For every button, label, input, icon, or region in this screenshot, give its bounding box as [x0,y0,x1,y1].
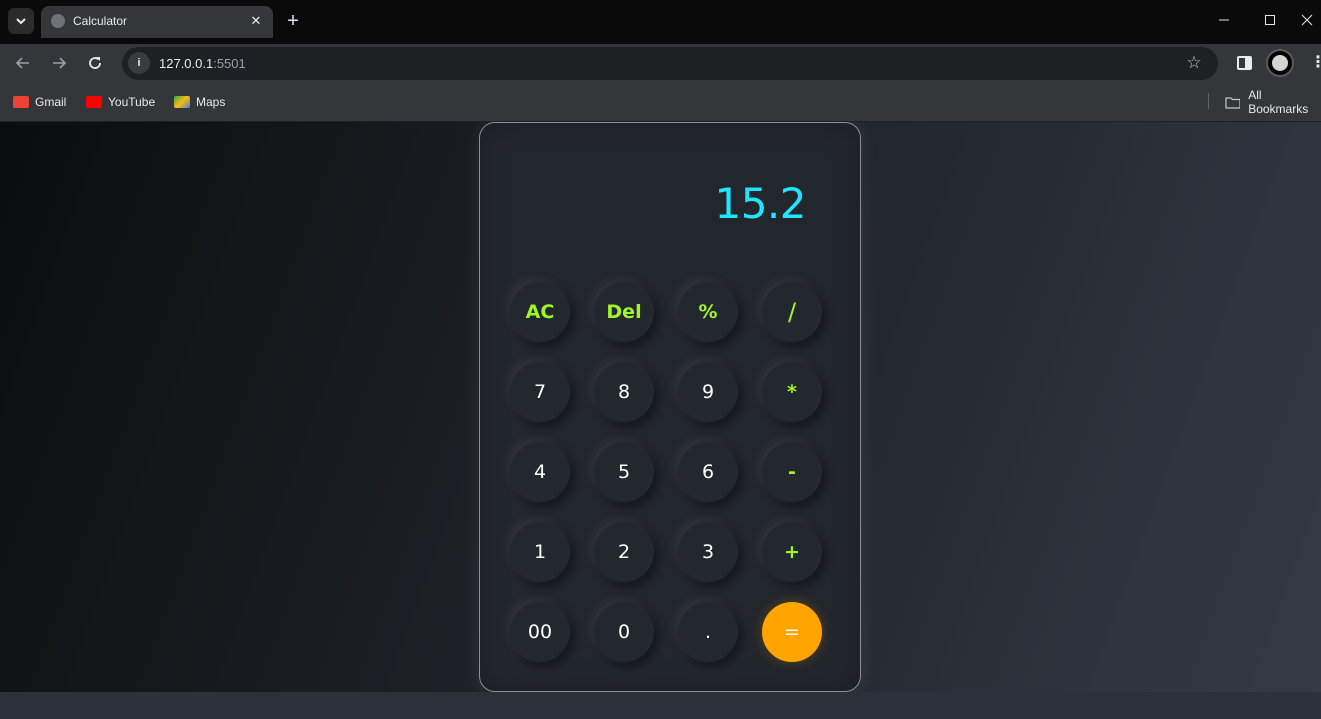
key-8[interactable]: 8 [594,362,654,422]
key-percent[interactable]: % [678,282,738,342]
key-multiply[interactable]: * [762,362,822,422]
reload-button[interactable] [84,52,106,74]
key-5[interactable]: 5 [594,442,654,502]
tab-strip: Calculator ✕ + [0,0,1321,44]
all-bookmarks-label: All Bookmarks [1248,88,1309,116]
arrow-right-icon [53,57,67,69]
bookmark-star-icon[interactable]: ☆ [1184,53,1204,73]
forward-button[interactable] [48,52,70,74]
browser-tab[interactable]: Calculator ✕ [41,6,273,38]
side-panel-icon[interactable] [1237,56,1252,70]
bookmark-label: YouTube [108,95,156,109]
key-divide[interactable]: / [762,282,822,342]
key-1[interactable]: 1 [510,522,570,582]
key-delete[interactable]: Del [594,282,654,342]
maps-icon [174,96,190,108]
bookmark-maps[interactable]: Maps [174,94,225,110]
key-9[interactable]: 9 [678,362,738,422]
key-equals[interactable]: = [762,602,822,662]
key-double-zero[interactable]: 00 [510,602,570,662]
calculator-display: 15.2 [714,179,806,228]
youtube-icon [86,96,102,108]
close-tab-icon[interactable]: ✕ [247,12,265,30]
calculator: 15.2 AC Del % / 7 8 9 * 4 5 6 - 1 2 3 + … [479,122,861,692]
tab-title: Calculator [73,14,128,28]
reload-icon [89,57,101,69]
all-bookmarks-button[interactable]: All Bookmarks [1225,88,1321,116]
close-icon [1301,14,1313,26]
key-2[interactable]: 2 [594,522,654,582]
key-all-clear[interactable]: AC [510,282,570,342]
browser-toolbar: i 127.0.0.1:5501 ☆ ⋮ [0,44,1321,82]
site-info-icon[interactable]: i [128,52,150,74]
maximize-icon [1265,15,1275,25]
bookmark-label: Gmail [35,95,67,109]
minimize-button[interactable] [1201,0,1247,40]
page-viewport: 15.2 AC Del % / 7 8 9 * 4 5 6 - 1 2 3 + … [0,122,1321,692]
profile-avatar[interactable] [1266,49,1294,77]
key-3[interactable]: 3 [678,522,738,582]
minimize-icon [1219,19,1229,21]
bookmarks-bar: Gmail YouTube Maps All Bookmarks [0,82,1321,122]
bookmark-label: Maps [196,95,226,109]
key-6[interactable]: 6 [678,442,738,502]
chevron-down-icon [16,18,26,25]
key-4[interactable]: 4 [510,442,570,502]
bookmark-gmail[interactable]: Gmail [13,94,66,110]
back-button[interactable] [12,52,34,74]
globe-icon [51,14,65,28]
folder-icon [1225,97,1241,109]
bookmark-youtube[interactable]: YouTube [86,94,155,110]
tab-search-button[interactable] [8,8,34,34]
more-menu-icon[interactable]: ⋮ [1310,54,1321,72]
new-tab-button[interactable]: + [281,9,305,33]
key-0[interactable]: 0 [594,602,654,662]
maximize-button[interactable] [1247,0,1293,40]
close-window-button[interactable] [1293,0,1321,40]
key-decimal[interactable]: . [678,602,738,662]
bookmarks-divider [1208,93,1209,109]
key-add[interactable]: + [762,522,822,582]
page-bottom-strip [0,692,1321,719]
address-bar[interactable]: i 127.0.0.1:5501 ☆ [122,47,1218,80]
key-7[interactable]: 7 [510,362,570,422]
arrow-left-icon [15,57,29,69]
key-subtract[interactable]: - [762,442,822,502]
gmail-icon [13,96,29,108]
url-text: 127.0.0.1:5501 [159,56,246,71]
